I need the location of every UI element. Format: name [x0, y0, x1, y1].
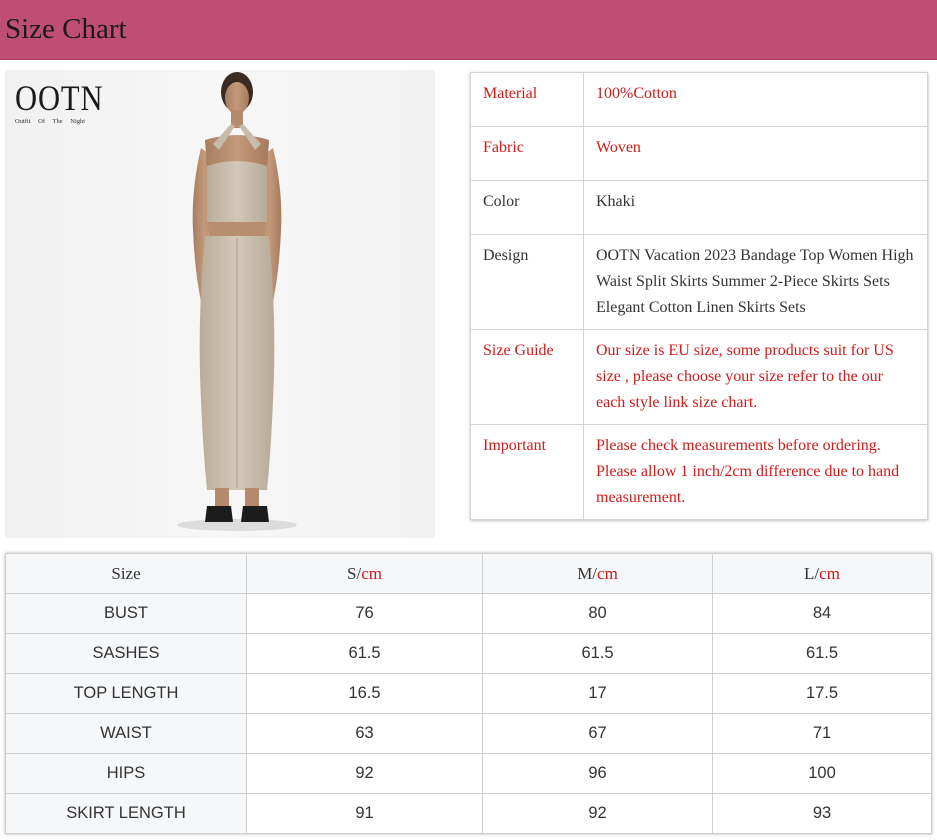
model-illustration — [177, 72, 297, 531]
table-row: SKIRT LENGTH 91 92 93 — [5, 793, 932, 834]
info-key: Design — [470, 234, 584, 330]
info-value: Please check measurements before orderin… — [583, 424, 928, 520]
measure-value: 92 — [246, 753, 483, 794]
table-row: WAIST 63 67 71 — [5, 713, 932, 754]
measure-value: 84 — [712, 593, 932, 634]
info-key: Material — [470, 72, 584, 127]
info-row-fabric: Fabric Woven — [470, 126, 928, 181]
info-key: Size Guide — [470, 329, 584, 425]
measure-value: 96 — [482, 753, 713, 794]
measure-label: SASHES — [5, 633, 247, 674]
size-header-cell: L/cm — [712, 553, 932, 594]
info-value: OOTN Vacation 2023 Bandage Top Women Hig… — [583, 234, 928, 330]
table-row: TOP LENGTH 16.5 17 17.5 — [5, 673, 932, 714]
measure-value: 80 — [482, 593, 713, 634]
measure-value: 63 — [246, 713, 483, 754]
info-value: Our size is EU size, some products suit … — [583, 329, 928, 425]
info-value: Woven — [583, 126, 928, 181]
size-chart-header: Size Chart — [0, 0, 937, 60]
logo-tagline: Outfit Of The Night — [15, 118, 86, 125]
measure-value: 16.5 — [246, 673, 483, 714]
brand-logo: OOTN Outfit Of The Night — [15, 78, 110, 125]
size-header-row: Size S/cm M/cm L/cm — [5, 553, 932, 594]
size-measurement-table: Size S/cm M/cm L/cm BUST 76 80 84 SASHES… — [5, 553, 932, 834]
measure-value: 61.5 — [712, 633, 932, 674]
logo-wordmark: OOTN — [15, 78, 104, 118]
info-key: Fabric — [470, 126, 584, 181]
measure-value: 71 — [712, 713, 932, 754]
measure-value: 92 — [482, 793, 713, 834]
measure-label: SKIRT LENGTH — [5, 793, 247, 834]
measure-value: 61.5 — [482, 633, 713, 674]
measure-value: 17.5 — [712, 673, 932, 714]
info-value: 100%Cotton — [583, 72, 928, 127]
info-row-color: Color Khaki — [470, 180, 928, 235]
product-info-table: Material 100%Cotton Fabric Woven Color K… — [470, 72, 928, 520]
measure-value: 17 — [482, 673, 713, 714]
product-photo: OOTN Outfit Of The Night — [5, 70, 435, 538]
measure-value: 76 — [246, 593, 483, 634]
page-title: Size Chart — [5, 13, 127, 45]
measure-label: WAIST — [5, 713, 247, 754]
measure-label: BUST — [5, 593, 247, 634]
size-header-cell: Size — [5, 553, 247, 594]
measure-value: 67 — [482, 713, 713, 754]
info-value: Khaki — [583, 180, 928, 235]
info-row-size-guide: Size Guide Our size is EU size, some pro… — [470, 329, 928, 425]
table-row: HIPS 92 96 100 — [5, 753, 932, 794]
info-row-important: Important Please check measurements befo… — [470, 424, 928, 520]
measure-value: 91 — [246, 793, 483, 834]
measure-label: HIPS — [5, 753, 247, 794]
info-row-material: Material 100%Cotton — [470, 72, 928, 127]
measure-value: 61.5 — [246, 633, 483, 674]
table-row: SASHES 61.5 61.5 61.5 — [5, 633, 932, 674]
measure-label: TOP LENGTH — [5, 673, 247, 714]
size-header-cell: M/cm — [482, 553, 713, 594]
size-header-cell: S/cm — [246, 553, 483, 594]
info-key: Important — [470, 424, 584, 520]
measure-value: 100 — [712, 753, 932, 794]
info-key: Color — [470, 180, 584, 235]
table-row: BUST 76 80 84 — [5, 593, 932, 634]
measure-value: 93 — [712, 793, 932, 834]
info-row-design: Design OOTN Vacation 2023 Bandage Top Wo… — [470, 234, 928, 330]
